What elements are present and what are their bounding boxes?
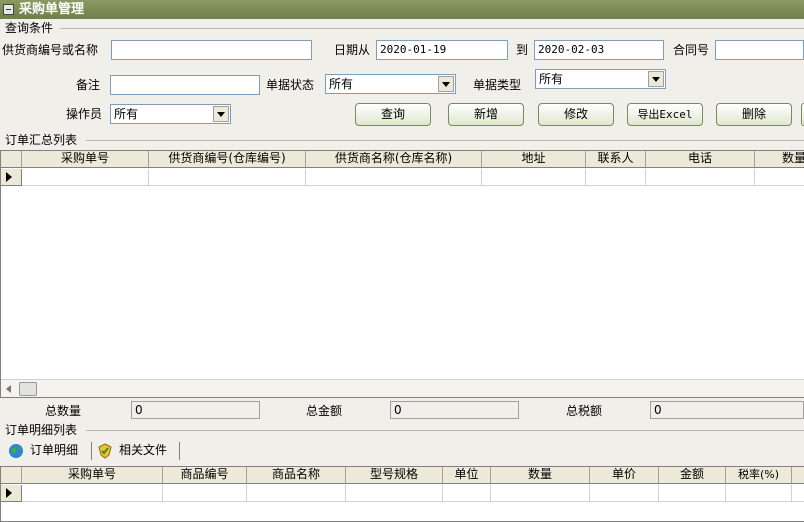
supplier-label: 供货商编号或名称 — [2, 43, 99, 57]
column-header[interactable]: 供货商名称(仓库名称) — [306, 151, 482, 168]
detail-group-line — [86, 430, 804, 431]
status-label: 单据状态 — [266, 78, 315, 92]
column-header-filler — [792, 467, 804, 484]
row-header-corner — [1, 151, 22, 168]
column-header[interactable]: 采购单号 — [22, 151, 149, 168]
detail-grid[interactable]: 采购单号 商品编号 商品名称 型号规格 单位 数量 单价 金额 税率(%) — [0, 466, 804, 522]
status-select[interactable]: 所有 — [325, 74, 456, 94]
table-cell[interactable] — [792, 485, 804, 502]
table-cell[interactable] — [491, 485, 590, 502]
tab-label: 订单明细 — [30, 443, 79, 457]
window-title: 采购单管理 — [19, 2, 85, 17]
column-header[interactable]: 采购单号 — [22, 467, 163, 484]
table-cell[interactable] — [586, 169, 646, 186]
edit-button[interactable]: 修改 — [538, 103, 614, 126]
column-header[interactable]: 电话 — [646, 151, 755, 168]
detail-section-label: 订单明细列表 — [5, 423, 78, 437]
operator-select[interactable]: 所有 — [110, 104, 231, 124]
table-cell[interactable] — [346, 485, 443, 502]
shield-icon — [98, 443, 112, 459]
remark-input[interactable] — [110, 75, 260, 95]
type-label: 单据类型 — [473, 78, 522, 92]
summary-grid[interactable]: 采购单号 供货商编号(仓库编号) 供货商名称(仓库名称) 地址 联系人 电话 数… — [0, 150, 804, 398]
chevron-down-icon[interactable] — [438, 76, 454, 92]
delete-button[interactable]: 删除 — [716, 103, 792, 126]
query-section-label: 查询条件 — [5, 21, 54, 35]
status-select-value: 所有 — [329, 77, 354, 91]
window-menu-icon[interactable] — [3, 4, 14, 15]
column-header[interactable]: 供货商编号(仓库编号) — [149, 151, 306, 168]
date-to-label: 到 — [516, 43, 529, 57]
column-header[interactable]: 数量 — [491, 467, 590, 484]
total-amount-value: 0 — [390, 401, 519, 419]
total-amount-label: 总金额 — [306, 404, 343, 418]
table-cell[interactable] — [247, 485, 346, 502]
supplier-input[interactable] — [111, 40, 312, 60]
row-header-corner — [1, 467, 22, 484]
table-cell[interactable] — [482, 169, 586, 186]
current-row-indicator[interactable] — [1, 169, 22, 186]
table-cell[interactable] — [306, 169, 482, 186]
window-titlebar: 采购单管理 — [0, 0, 804, 19]
column-header[interactable]: 型号规格 — [346, 467, 443, 484]
column-header[interactable]: 数量 — [755, 151, 804, 168]
total-tax-value: 0 — [650, 401, 804, 419]
remark-label: 备注 — [76, 78, 101, 92]
scroll-left-icon[interactable] — [3, 382, 17, 396]
table-cell[interactable] — [163, 485, 247, 502]
operator-label: 操作员 — [66, 107, 103, 121]
query-button[interactable]: 查询 — [355, 103, 431, 126]
contract-input[interactable] — [715, 40, 804, 60]
contract-label: 合同号 — [673, 43, 710, 57]
chevron-down-icon[interactable] — [648, 71, 664, 87]
table-cell[interactable] — [443, 485, 491, 502]
table-cell[interactable] — [149, 169, 306, 186]
current-row-indicator[interactable] — [1, 485, 22, 502]
type-select[interactable]: 所有 — [535, 69, 666, 89]
add-button[interactable]: 新增 — [448, 103, 524, 126]
column-header[interactable]: 联系人 — [586, 151, 646, 168]
total-qty-value: 0 — [131, 401, 260, 419]
tab-divider — [179, 442, 180, 460]
total-tax-label: 总税额 — [566, 404, 603, 418]
globe-icon — [9, 444, 23, 458]
column-header[interactable]: 金额 — [659, 467, 726, 484]
column-header[interactable]: 商品编号 — [163, 467, 247, 484]
horizontal-scrollbar[interactable] — [1, 379, 804, 397]
column-header[interactable]: 地址 — [482, 151, 586, 168]
date-from-input[interactable]: 2020-01-19 — [376, 40, 508, 60]
table-cell[interactable] — [726, 485, 792, 502]
query-group-line — [60, 28, 804, 29]
date-to-input[interactable]: 2020-02-03 — [534, 40, 664, 60]
chevron-down-icon[interactable] — [213, 106, 229, 122]
tab-label: 相关文件 — [119, 443, 168, 457]
column-header[interactable]: 商品名称 — [247, 467, 346, 484]
table-cell[interactable] — [590, 485, 659, 502]
table-cell[interactable] — [646, 169, 755, 186]
scroll-thumb[interactable] — [19, 382, 37, 396]
tab-divider — [91, 442, 92, 460]
summary-group-line — [86, 140, 804, 141]
column-header[interactable]: 单位 — [443, 467, 491, 484]
operator-select-value: 所有 — [114, 107, 139, 121]
date-from-label: 日期从 — [334, 43, 371, 57]
type-select-value: 所有 — [539, 72, 564, 86]
column-header[interactable]: 税率(%) — [726, 467, 792, 484]
export-excel-button[interactable]: 导出Excel — [627, 103, 703, 126]
table-cell[interactable] — [755, 169, 804, 186]
total-qty-label: 总数量 — [45, 404, 82, 418]
table-cell[interactable] — [22, 169, 149, 186]
column-header[interactable]: 单价 — [590, 467, 659, 484]
table-cell[interactable] — [659, 485, 726, 502]
summary-section-label: 订单汇总列表 — [5, 133, 78, 147]
table-cell[interactable] — [22, 485, 163, 502]
